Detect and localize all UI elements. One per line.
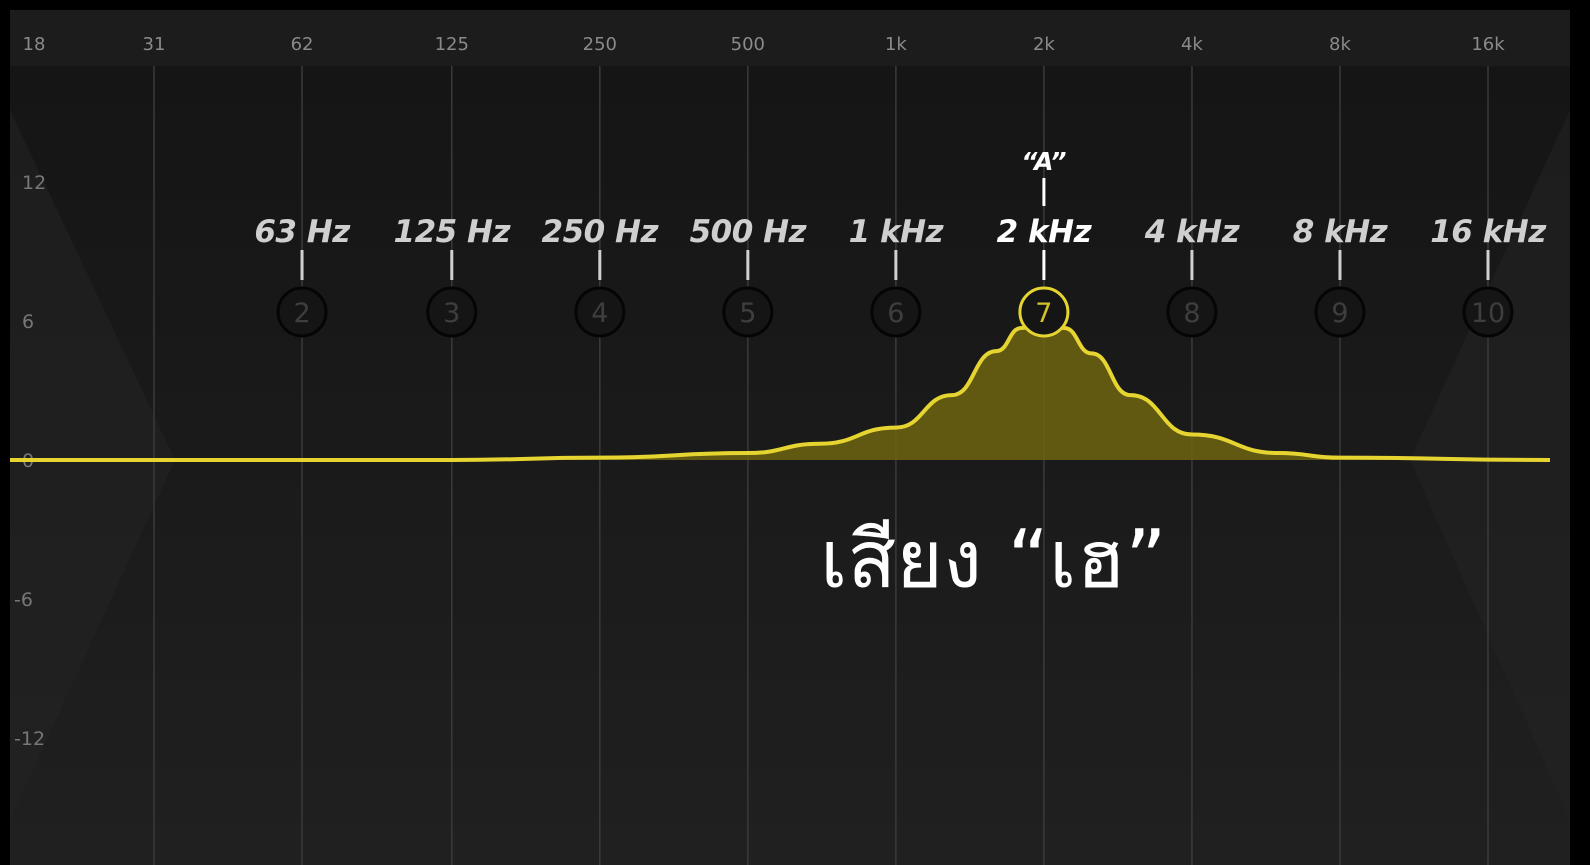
- freq-tick-125: 125: [435, 34, 469, 55]
- band-num-7: 7: [1035, 298, 1052, 329]
- band-label-10: 16 kHz: [1430, 214, 1547, 250]
- band-num-4: 4: [591, 298, 608, 329]
- band-label-3: 125 Hz: [394, 214, 512, 250]
- plot-background: [10, 10, 1570, 865]
- band-num-9: 9: [1331, 298, 1348, 329]
- band-label-6: 1 kHz: [849, 214, 945, 250]
- band-num-10: 10: [1471, 298, 1505, 329]
- freq-tick-31: 31: [143, 34, 166, 55]
- freq-tick-1k: 1k: [885, 34, 907, 55]
- freq-tick-62: 62: [291, 34, 314, 55]
- band-label-7: 2 kHz: [997, 214, 1093, 250]
- freq-tick-4k: 4k: [1181, 34, 1203, 55]
- eq-display: 12 6 0 -6 -12 18 31 62 125 250 500 1k 2k 4k 8k 16k 63 …: [0, 0, 1590, 865]
- eq-chart: 1260-6-12 18 31 62 125 250 500 1k 2k 4k 8k 16k 63 …: [9, 10, 1570, 865]
- band-num-3: 3: [443, 298, 460, 329]
- band-num-2: 2: [293, 298, 310, 329]
- caption-text: เสียง “เฮ”: [820, 513, 1167, 606]
- marker-label: “A”: [1021, 147, 1066, 176]
- freq-tick-250: 250: [583, 34, 617, 55]
- freq-tick-16k: 16k: [1471, 34, 1505, 55]
- db-tick-6: 6: [22, 311, 34, 333]
- band-label-2: 63 Hz: [254, 214, 351, 250]
- freq-tick-8k: 8k: [1329, 34, 1351, 55]
- freq-tick-2k: 2k: [1033, 34, 1055, 55]
- band-num-5: 5: [739, 298, 756, 329]
- freq-tick-500: 500: [731, 34, 765, 55]
- db-tick--12: -12: [14, 728, 45, 750]
- band-label-8: 4 kHz: [1144, 214, 1241, 250]
- band-num-6: 6: [887, 298, 904, 329]
- band-label-4: 250 Hz: [542, 214, 660, 250]
- band-label-5: 500 Hz: [690, 214, 808, 250]
- band-label-9: 8 kHz: [1293, 214, 1389, 250]
- db-tick-12: 12: [22, 172, 46, 194]
- band-num-8: 8: [1183, 298, 1200, 329]
- db-tick--6: -6: [14, 589, 33, 611]
- freq-tick-18: 18: [23, 34, 46, 55]
